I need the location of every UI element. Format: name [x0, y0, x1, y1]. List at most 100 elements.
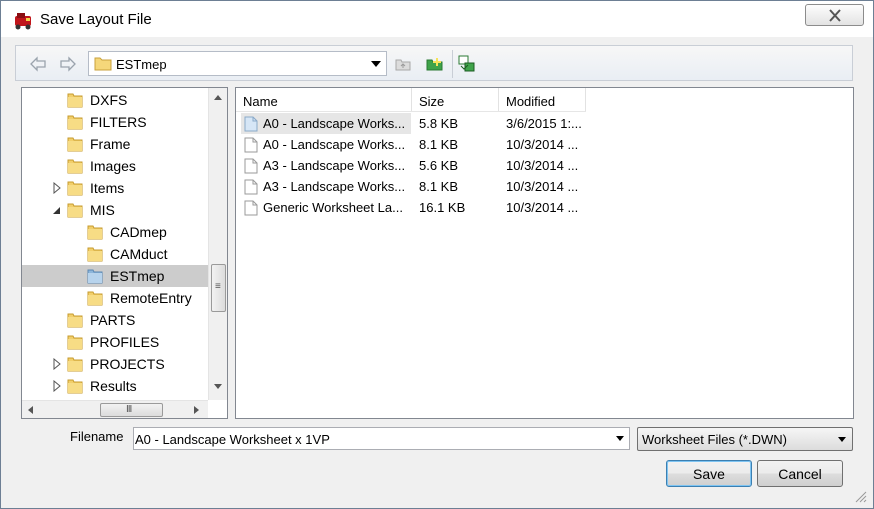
tree-item[interactable]: PROJECTS: [22, 353, 208, 375]
folder-icon: [66, 91, 84, 112]
file-row[interactable]: A0 - Landscape Works... 5.8 KB 3/6/2015 1:…: [236, 113, 853, 135]
file-size-cell: 16.1 KB: [419, 200, 466, 215]
tree-horizontal-scrollbar[interactable]: III: [22, 400, 208, 418]
resize-grip-icon[interactable]: [853, 489, 867, 503]
tree-item-label: CADmep: [110, 224, 167, 240]
column-header-name[interactable]: Name: [236, 88, 412, 112]
collapsed-arrow-icon[interactable]: [52, 182, 62, 194]
folder-icon: [66, 157, 84, 178]
tree-item[interactable]: PROFILES: [22, 331, 208, 353]
column-header-modified[interactable]: Modified: [499, 88, 586, 112]
chevron-down-icon[interactable]: [371, 61, 381, 67]
close-button[interactable]: [805, 4, 864, 26]
folder-icon: [66, 355, 84, 376]
tree-item-label: Items: [90, 180, 125, 196]
title-bar[interactable]: Save Layout File: [1, 1, 873, 37]
document-icon: [244, 158, 258, 177]
tree-item-label: Results: [90, 378, 137, 394]
tree-item[interactable]: MIS: [22, 199, 208, 221]
scroll-thumb[interactable]: III: [100, 403, 163, 417]
current-path: ESTmep: [116, 57, 167, 72]
column-header-size[interactable]: Size: [412, 88, 499, 112]
folder-icon: [86, 267, 104, 288]
document-icon: [244, 116, 258, 135]
navigation-bar: ESTmep: [15, 45, 853, 81]
file-row[interactable]: A0 - Landscape Works... 8.1 KB 10/3/2014 .…: [236, 134, 853, 156]
tree-item[interactable]: FILTERS: [22, 111, 208, 133]
file-name-cell: A0 - Landscape Works...: [263, 137, 406, 152]
filename-label: Filename: [70, 429, 124, 444]
file-modified-cell: 10/3/2014 ...: [506, 179, 579, 194]
tree-item-label: PARTS: [90, 312, 136, 328]
collapsed-arrow-icon[interactable]: [52, 358, 62, 370]
header-divider: [236, 111, 586, 112]
path-combobox[interactable]: ESTmep: [88, 51, 387, 76]
tree-item-label: Images: [90, 158, 136, 174]
up-folder-icon[interactable]: [393, 54, 413, 74]
chevron-down-icon[interactable]: [616, 436, 624, 441]
tree-item[interactable]: Items: [22, 177, 208, 199]
folder-icon: [66, 135, 84, 156]
document-icon: [244, 200, 258, 219]
new-folder-icon[interactable]: [425, 54, 445, 74]
tree-item[interactable]: Images: [22, 155, 208, 177]
filename-input[interactable]: [134, 428, 604, 449]
scroll-down-arrow-icon[interactable]: [214, 384, 222, 389]
file-name-cell: Generic Worksheet La...: [263, 200, 403, 215]
filetype-value: Worksheet Files (*.DWN): [642, 432, 787, 447]
filetype-select[interactable]: Worksheet Files (*.DWN): [637, 427, 853, 451]
scroll-thumb[interactable]: ≡: [211, 264, 226, 312]
forward-arrow-icon[interactable]: [58, 55, 78, 73]
file-row[interactable]: A3 - Landscape Works... 5.6 KB 10/3/2014 .…: [236, 155, 853, 177]
file-name-cell: A0 - Landscape Works...: [263, 116, 406, 131]
scroll-right-arrow-icon[interactable]: [194, 406, 199, 414]
collapsed-arrow-icon[interactable]: [52, 380, 62, 392]
app-icon: [15, 13, 31, 30]
scroll-left-arrow-icon[interactable]: [28, 406, 33, 414]
tree-item[interactable]: Results: [22, 375, 208, 397]
tree-item[interactable]: PARTS: [22, 309, 208, 331]
chevron-down-icon[interactable]: [838, 437, 846, 442]
folder-icon: [66, 311, 84, 332]
folder-icon: [66, 179, 84, 200]
folder-icon: [66, 333, 84, 354]
file-modified-cell: 10/3/2014 ...: [506, 158, 579, 173]
grip-icon: ≡: [215, 281, 221, 292]
tree-item-label: PROFILES: [90, 334, 160, 350]
folder-icon: [86, 245, 104, 266]
tree-item-label: RemoteEntry: [110, 290, 192, 306]
close-icon: [829, 9, 841, 22]
folder-tree[interactable]: DXFS FILTERS Frame Images Items MIS CADmep CAMd…: [21, 87, 228, 419]
save-button[interactable]: Save: [666, 460, 752, 487]
tree-vertical-scrollbar[interactable]: ≡: [208, 88, 227, 400]
tree-item[interactable]: RemoteEntry: [22, 287, 208, 309]
file-size-cell: 8.1 KB: [419, 137, 459, 152]
filename-combobox[interactable]: [133, 427, 630, 450]
file-size-cell: 8.1 KB: [419, 179, 459, 194]
expanded-arrow-icon[interactable]: [52, 204, 62, 216]
file-row[interactable]: A3 - Landscape Works... 8.1 KB 10/3/2014 .…: [236, 176, 853, 197]
document-icon: [244, 137, 258, 156]
file-name-cell: A3 - Landscape Works...: [263, 158, 406, 173]
tree-item[interactable]: CADmep: [22, 221, 208, 243]
file-modified-cell: 10/3/2014 ...: [506, 200, 579, 215]
scroll-up-arrow-icon[interactable]: [214, 95, 222, 100]
view-options-icon[interactable]: [457, 54, 477, 74]
tree-item[interactable]: Frame: [22, 133, 208, 155]
tree-item[interactable]: ESTmep: [22, 265, 208, 287]
tree-item-label: DXFS: [90, 92, 128, 108]
cancel-button[interactable]: Cancel: [757, 460, 843, 487]
tree-item[interactable]: CAMduct: [22, 243, 208, 265]
file-size-cell: 5.6 KB: [419, 158, 459, 173]
toolbar-separator: [452, 50, 453, 78]
tree-item-label: MIS: [90, 202, 115, 218]
folder-icon: [66, 113, 84, 134]
tree-item[interactable]: DXFS: [22, 89, 208, 111]
file-list[interactable]: Name Size Modified A0 - Landscape Works.…: [235, 87, 854, 419]
file-size-cell: 5.8 KB: [419, 116, 459, 131]
folder-icon: [86, 223, 104, 244]
folder-icon: [66, 377, 84, 398]
back-arrow-icon[interactable]: [28, 55, 48, 73]
file-row[interactable]: Generic Worksheet La... 16.1 KB 10/3/2014 …: [236, 197, 853, 219]
dialog-title: Save Layout File: [40, 11, 152, 28]
